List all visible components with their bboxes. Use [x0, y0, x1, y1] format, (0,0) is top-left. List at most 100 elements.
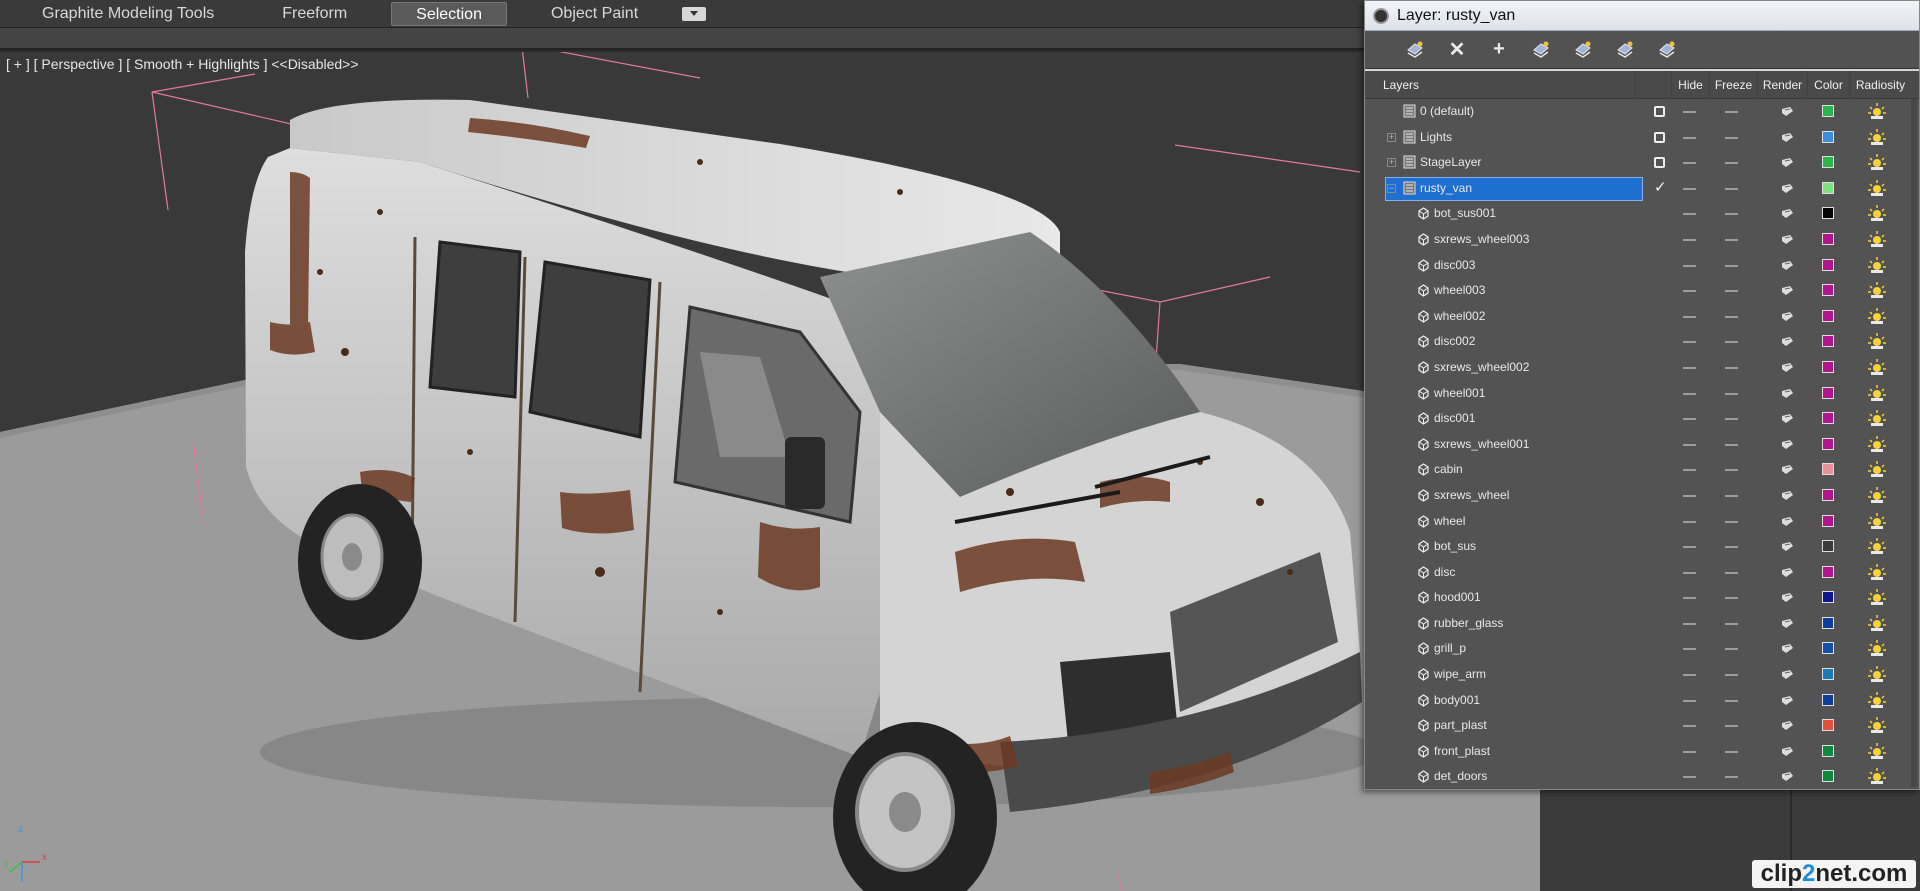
object-name[interactable]: part_plast: [1434, 713, 1487, 739]
render-toggle-icon[interactable]: [1781, 285, 1794, 296]
dialog-titlebar[interactable]: Layer: rusty_van: [1365, 1, 1919, 31]
render-toggle-icon[interactable]: [1781, 643, 1794, 654]
ribbon-dropdown-icon[interactable]: [682, 7, 707, 21]
layer-color-swatch[interactable]: [1822, 130, 1834, 143]
render-toggle-icon[interactable]: [1781, 157, 1794, 168]
freeze-toggle[interactable]: [1725, 392, 1738, 395]
current-layer-check-icon[interactable]: ✓: [1654, 178, 1667, 196]
hide-toggle[interactable]: [1683, 571, 1696, 574]
freeze-toggle[interactable]: [1725, 366, 1738, 369]
object-row[interactable]: disc003: [1365, 253, 1919, 279]
layer-color-swatch[interactable]: [1822, 770, 1834, 783]
render-toggle-icon[interactable]: [1781, 234, 1794, 245]
layer-color-swatch[interactable]: [1822, 616, 1834, 629]
viewport-label[interactable]: [ + ] [ Perspective ] [ Smooth + Highlig…: [6, 56, 359, 72]
layer-color-swatch[interactable]: [1822, 284, 1834, 297]
layer-color-swatch[interactable]: [1822, 386, 1834, 399]
expand-toggle-icon[interactable]: +: [1387, 158, 1396, 168]
layer-name[interactable]: Lights: [1420, 125, 1452, 151]
object-row[interactable]: wheel002: [1365, 304, 1919, 330]
radiosity-toggle-icon[interactable]: [1867, 383, 1887, 403]
radiosity-toggle-icon[interactable]: [1867, 255, 1887, 275]
object-row[interactable]: disc002: [1365, 329, 1919, 355]
object-row[interactable]: sxrews_wheel002: [1365, 355, 1919, 381]
freeze-toggle[interactable]: [1725, 571, 1738, 574]
hide-toggle[interactable]: [1683, 546, 1696, 549]
hide-toggle[interactable]: [1683, 315, 1696, 318]
radiosity-toggle-icon[interactable]: [1867, 408, 1887, 428]
layer-row[interactable]: + Lights: [1365, 125, 1919, 151]
ribbon-tab[interactable]: Graphite Modeling Tools: [18, 2, 238, 26]
freeze-toggle[interactable]: [1725, 546, 1738, 549]
freeze-toggle[interactable]: [1725, 494, 1738, 497]
layer-color-swatch[interactable]: [1822, 693, 1834, 706]
freeze-toggle[interactable]: [1725, 699, 1738, 702]
radiosity-toggle-icon[interactable]: [1867, 459, 1887, 479]
highlight-layer-icon[interactable]: [1571, 38, 1595, 62]
layer-color-swatch[interactable]: [1822, 181, 1834, 194]
layer-color-swatch[interactable]: [1822, 156, 1834, 169]
radiosity-toggle-icon[interactable]: [1867, 434, 1887, 454]
render-toggle-icon[interactable]: [1781, 720, 1794, 731]
radiosity-toggle-icon[interactable]: [1867, 306, 1887, 326]
freeze-toggle[interactable]: [1725, 136, 1738, 139]
add-to-layer-icon[interactable]: +: [1487, 38, 1511, 62]
radiosity-toggle-icon[interactable]: [1867, 101, 1887, 121]
render-toggle-icon[interactable]: [1781, 592, 1794, 603]
hide-toggle[interactable]: [1683, 264, 1696, 267]
radiosity-toggle-icon[interactable]: [1867, 587, 1887, 607]
column-color[interactable]: Color: [1807, 71, 1849, 99]
object-row[interactable]: bot_sus: [1365, 534, 1919, 560]
radiosity-toggle-icon[interactable]: [1867, 741, 1887, 761]
column-radiosity[interactable]: Radiosity: [1849, 71, 1911, 99]
hide-all-icon[interactable]: [1613, 38, 1637, 62]
freeze-toggle[interactable]: [1725, 520, 1738, 523]
layer-row[interactable]: − rusty_van ✓: [1365, 176, 1919, 202]
freeze-toggle[interactable]: [1725, 443, 1738, 446]
object-row[interactable]: cabin: [1365, 457, 1919, 483]
hide-toggle[interactable]: [1683, 699, 1696, 702]
object-name[interactable]: rubber_glass: [1434, 611, 1503, 637]
set-current-layer-checkbox[interactable]: [1654, 157, 1665, 169]
layer-color-swatch[interactable]: [1822, 258, 1834, 271]
layer-color-swatch[interactable]: [1822, 565, 1834, 578]
render-toggle-icon[interactable]: [1781, 132, 1794, 143]
hide-toggle[interactable]: [1683, 162, 1696, 165]
freeze-toggle[interactable]: [1725, 725, 1738, 728]
column-render[interactable]: Render: [1757, 71, 1807, 99]
freeze-toggle[interactable]: [1725, 162, 1738, 165]
freeze-toggle[interactable]: [1725, 238, 1738, 241]
hide-toggle[interactable]: [1683, 674, 1696, 677]
object-row[interactable]: det_doors: [1365, 764, 1919, 789]
expand-toggle-icon[interactable]: −: [1387, 183, 1396, 193]
object-row[interactable]: wheel: [1365, 509, 1919, 535]
freeze-toggle[interactable]: [1725, 341, 1738, 344]
object-name[interactable]: bot_sus: [1434, 534, 1476, 560]
hide-toggle[interactable]: [1683, 725, 1696, 728]
render-toggle-icon[interactable]: [1781, 388, 1794, 399]
hide-toggle[interactable]: [1683, 622, 1696, 625]
render-toggle-icon[interactable]: [1781, 336, 1794, 347]
hide-toggle[interactable]: [1683, 776, 1696, 779]
radiosity-toggle-icon[interactable]: [1867, 280, 1887, 300]
expand-toggle-icon[interactable]: +: [1387, 132, 1396, 142]
ribbon-tab[interactable]: Selection: [391, 2, 507, 26]
render-toggle-icon[interactable]: [1781, 439, 1794, 450]
freeze-toggle[interactable]: [1725, 674, 1738, 677]
freeze-all-icon[interactable]: [1655, 38, 1679, 62]
radiosity-toggle-icon[interactable]: [1867, 127, 1887, 147]
layer-color-swatch[interactable]: [1822, 309, 1834, 322]
render-toggle-icon[interactable]: [1781, 541, 1794, 552]
render-toggle-icon[interactable]: [1781, 669, 1794, 680]
layer-color-swatch[interactable]: [1822, 207, 1834, 220]
layer-row[interactable]: 0 (default): [1365, 99, 1919, 125]
hide-toggle[interactable]: [1683, 418, 1696, 421]
select-in-layer-icon[interactable]: [1529, 38, 1553, 62]
freeze-toggle[interactable]: [1725, 111, 1738, 113]
layer-color-swatch[interactable]: [1822, 463, 1834, 476]
hide-toggle[interactable]: [1683, 597, 1696, 600]
layer-color-swatch[interactable]: [1822, 437, 1834, 450]
radiosity-toggle-icon[interactable]: [1867, 638, 1887, 658]
render-toggle-icon[interactable]: [1781, 618, 1794, 629]
render-toggle-icon[interactable]: [1781, 746, 1794, 757]
